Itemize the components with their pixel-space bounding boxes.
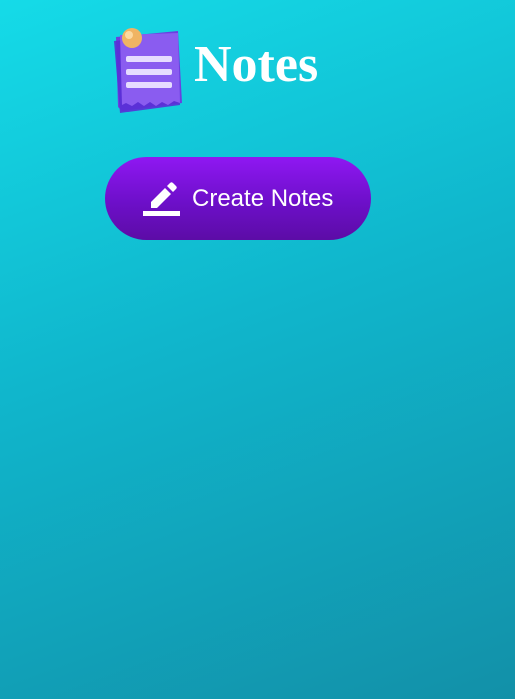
notes-logo-icon: [112, 23, 188, 113]
page-title: Notes: [194, 35, 319, 93]
pencil-edit-icon: [143, 179, 181, 217]
create-notes-button[interactable]: Create Notes: [105, 157, 371, 240]
create-notes-label: Create Notes: [192, 185, 334, 212]
app-header: Notes: [112, 22, 318, 114]
